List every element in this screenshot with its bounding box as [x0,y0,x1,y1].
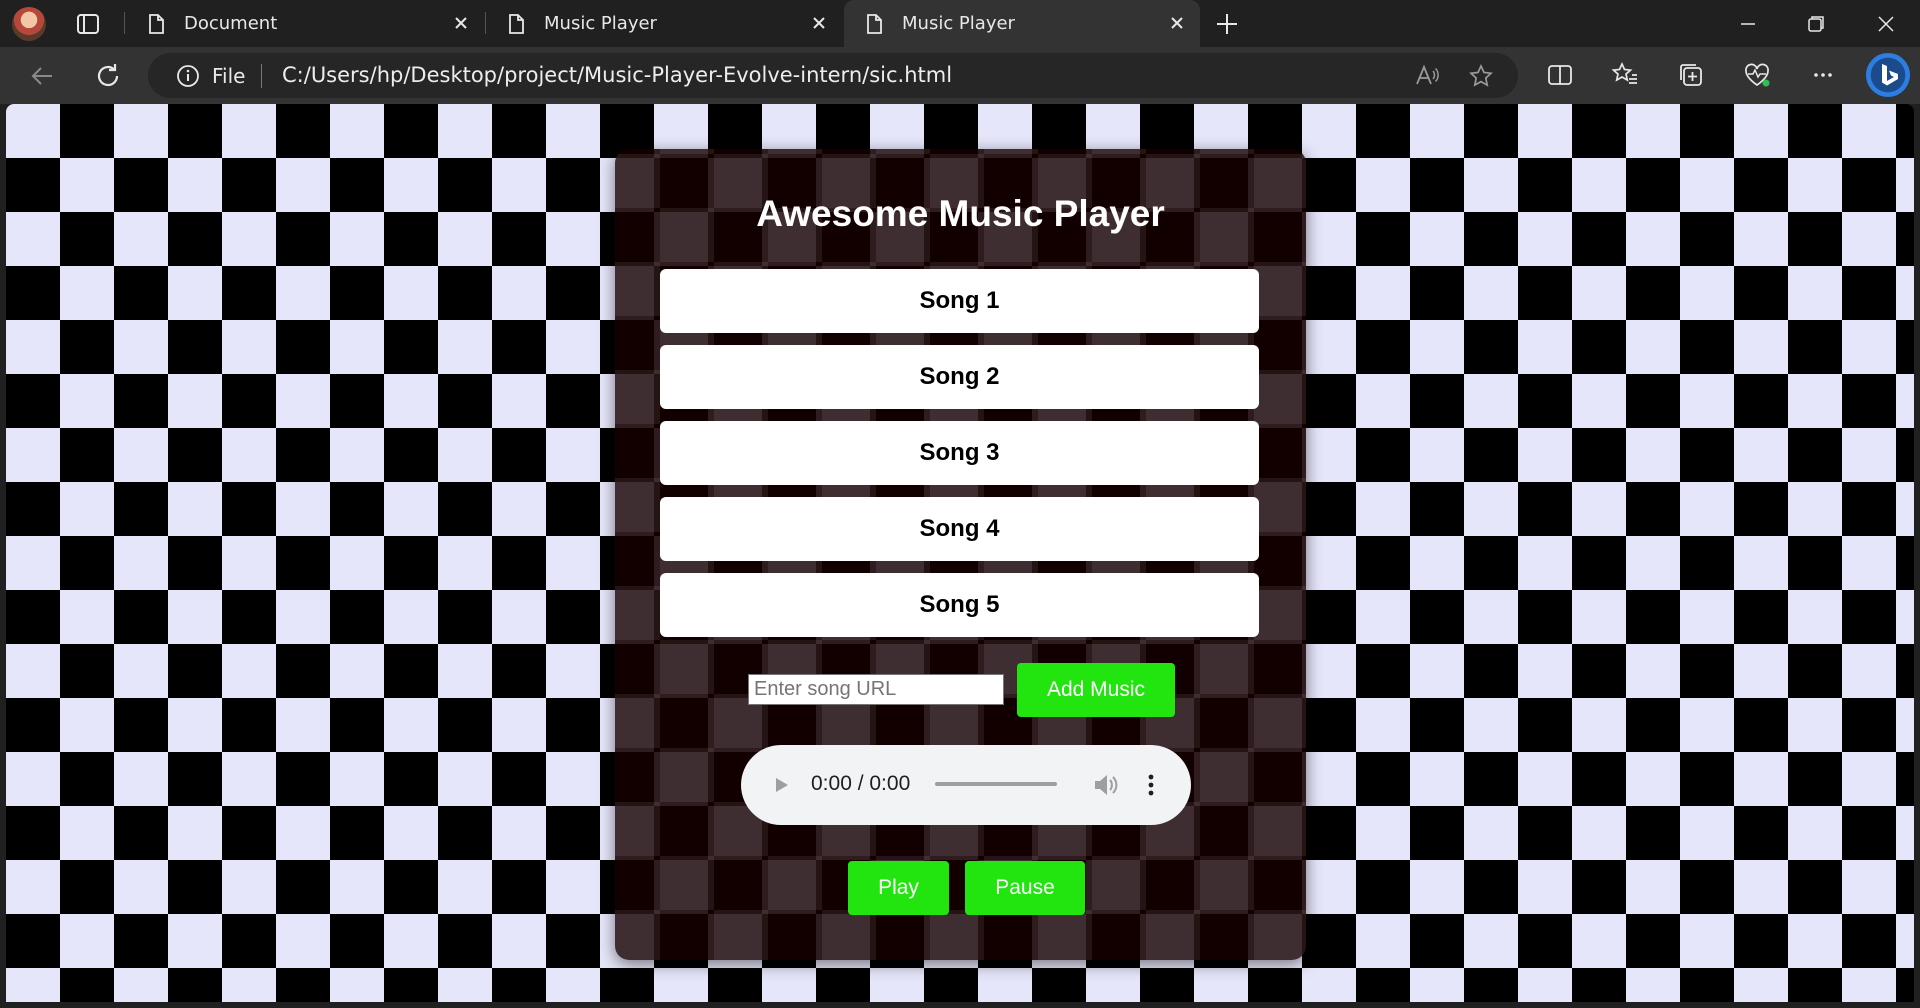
favorites-icon[interactable] [1610,60,1640,90]
audio-play-icon[interactable] [771,775,791,795]
address-bar: File C:/Users/hp/Desktop/project/Music-P… [0,47,1920,104]
omnibox-separator [261,64,262,88]
music-player-panel: Awesome Music Player Song 1 Song 2 Song … [615,149,1306,960]
audio-progress-slider[interactable] [935,782,1057,786]
audio-time: 0:00 / 0:00 [811,772,911,795]
close-tab-icon[interactable] [1166,12,1188,34]
page-viewport: Awesome Music Player Song 1 Song 2 Song … [6,104,1914,1002]
tab-music-player[interactable]: Music Player [486,0,842,47]
document-icon [509,13,524,34]
song-item-2[interactable]: Song 2 [660,345,1259,409]
tab-actions-icon[interactable] [76,12,100,36]
tab-title: Music Player [544,13,657,34]
split-screen-icon[interactable] [1545,60,1575,90]
song-item-1[interactable]: Song 1 [660,269,1259,333]
profile-avatar[interactable] [12,7,46,41]
tab-separator [124,12,125,34]
play-button[interactable]: Play [848,861,949,915]
close-window-icon[interactable] [1872,10,1900,38]
omnibox[interactable]: File C:/Users/hp/Desktop/project/Music-P… [148,53,1518,98]
back-arrow-icon[interactable] [26,60,58,92]
url-text[interactable]: C:/Users/hp/Desktop/project/Music-Player… [282,63,952,87]
collections-icon[interactable] [1676,60,1706,90]
song-item-4[interactable]: Song 4 [660,497,1259,561]
copilot-icon[interactable] [1866,53,1910,97]
document-icon [867,13,882,34]
close-tab-icon[interactable] [808,12,830,34]
song-item-3[interactable]: Song 3 [660,421,1259,485]
song-url-input[interactable] [748,674,1004,705]
document-icon [149,13,164,34]
minimize-icon[interactable] [1734,10,1762,38]
favorite-star-icon[interactable] [1468,63,1494,89]
audio-more-icon[interactable] [1145,771,1157,799]
info-icon[interactable] [176,64,200,88]
reload-icon[interactable] [92,60,124,92]
audio-player: 0:00 / 0:00 [741,745,1191,825]
song-list: Song 1 Song 2 Song 3 Song 4 Song 5 [660,269,1259,649]
browser-titlebar: Document Music Player Music Player [0,0,1920,47]
song-item-5[interactable]: Song 5 [660,573,1259,637]
tab-title: Music Player [902,13,1015,34]
add-music-button[interactable]: Add Music [1017,663,1175,717]
volume-icon[interactable] [1091,771,1119,799]
tab-music-player-active[interactable]: Music Player [844,0,1200,47]
tab-title: Document [184,13,278,34]
close-tab-icon[interactable] [450,12,472,34]
bing-logo-icon [1882,64,1898,86]
pause-button[interactable]: Pause [965,861,1085,915]
restore-icon[interactable] [1802,10,1830,38]
page-title: Awesome Music Player [756,193,1165,234]
more-options-icon[interactable] [1808,60,1838,90]
read-aloud-icon[interactable] [1414,63,1440,89]
tab-document[interactable]: Document [126,0,484,47]
new-tab-icon[interactable] [1213,10,1241,38]
browser-essentials-icon[interactable] [1742,60,1772,90]
scheme-label: File [212,64,246,88]
